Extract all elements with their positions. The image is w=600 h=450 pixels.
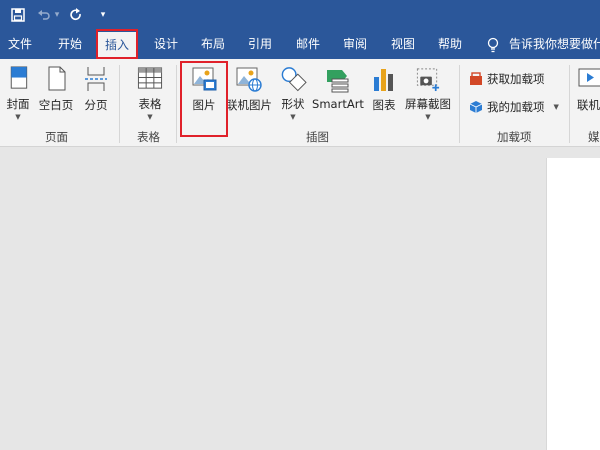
table-button[interactable]: 表格 ▼	[133, 63, 167, 121]
screenshot-button[interactable]: 屏幕截图 ▼	[403, 63, 453, 121]
group-divider	[459, 65, 460, 143]
picture-icon	[192, 67, 217, 91]
tab-mailings[interactable]: 邮件	[296, 30, 320, 59]
chevron-down-icon: ▼	[425, 113, 431, 121]
ribbon-tabs: 文件 开始 插入 设计 布局 引用 邮件 审阅 视图 帮助 告诉我你想要做什	[0, 30, 600, 59]
page-break-icon	[85, 67, 107, 91]
tab-review[interactable]: 审阅	[343, 30, 367, 59]
group-divider	[569, 65, 570, 143]
tab-design[interactable]: 设计	[154, 30, 178, 59]
chevron-down-icon: ▼	[15, 113, 21, 121]
lightbulb-icon	[487, 37, 499, 52]
customize-qat-button[interactable]: ▾	[97, 4, 109, 26]
blank-page-button[interactable]: 空白页	[37, 63, 75, 121]
addins-group-label: 加载项	[497, 130, 532, 144]
picture-button[interactable]: 图片	[186, 63, 222, 121]
tell-me-box[interactable]: 告诉我你想要做什	[487, 30, 600, 59]
addin-cube-icon	[469, 101, 483, 113]
get-addins-button[interactable]: 获取加载项	[469, 69, 545, 89]
shapes-icon	[281, 67, 307, 92]
cover-page-button[interactable]: 封面 ▼	[4, 63, 32, 121]
chevron-down-icon: ▼	[553, 103, 559, 111]
ribbon-insert: 封面 ▼ 空白页 分页 页面 表格 ▼ 表格 图片 联机图片 形状 ▼ Smar…	[0, 59, 600, 147]
shapes-button[interactable]: 形状 ▼	[277, 63, 309, 121]
tab-references[interactable]: 引用	[248, 30, 272, 59]
page-break-button[interactable]: 分页	[80, 63, 112, 121]
table-icon	[137, 67, 163, 89]
tab-layout[interactable]: 布局	[201, 30, 225, 59]
pages-group-label: 页面	[45, 130, 68, 144]
online-picture-icon	[236, 67, 262, 92]
store-icon	[470, 72, 482, 85]
media-group-label: 媒	[588, 130, 600, 144]
tables-group-label: 表格	[137, 130, 160, 144]
blank-page-icon	[48, 66, 66, 91]
illustrations-group-label: 插图	[306, 130, 329, 144]
save-icon	[11, 8, 25, 22]
chevron-down-icon: ▼	[290, 113, 296, 121]
smartart-icon	[327, 70, 349, 93]
tab-home[interactable]: 开始	[58, 30, 82, 59]
my-addins-button[interactable]: 我的加载项 ▼	[469, 97, 559, 117]
undo-icon	[38, 10, 50, 20]
document-page[interactable]	[546, 158, 600, 450]
save-button[interactable]	[9, 4, 27, 26]
smartart-button[interactable]: SmartArt	[312, 63, 364, 121]
chevron-down-icon: ▼	[147, 113, 153, 121]
group-divider	[119, 65, 120, 143]
online-picture-button[interactable]: 联机图片	[226, 63, 272, 121]
undo-button[interactable]	[36, 4, 52, 26]
screenshot-icon	[416, 68, 440, 92]
online-video-icon	[578, 68, 600, 87]
tell-me-text: 告诉我你想要做什	[509, 37, 600, 51]
title-bar: ▾ ▾	[0, 0, 600, 30]
tab-insert[interactable]: 插入	[97, 32, 137, 59]
chevron-down-icon: ▾	[54, 10, 60, 20]
chart-icon	[374, 69, 393, 91]
cover-page-icon	[10, 66, 28, 89]
tab-help[interactable]: 帮助	[438, 30, 462, 59]
redo-button[interactable]	[68, 4, 84, 26]
undo-dropdown[interactable]: ▾	[52, 4, 62, 26]
repeat-icon	[70, 8, 81, 21]
tab-view[interactable]: 视图	[391, 30, 415, 59]
online-video-button[interactable]: 联机	[577, 63, 600, 121]
chart-button[interactable]: 图表	[369, 63, 399, 121]
group-divider	[176, 65, 177, 143]
chevron-down-icon: ▾	[100, 10, 106, 20]
tab-file[interactable]: 文件	[8, 30, 32, 59]
